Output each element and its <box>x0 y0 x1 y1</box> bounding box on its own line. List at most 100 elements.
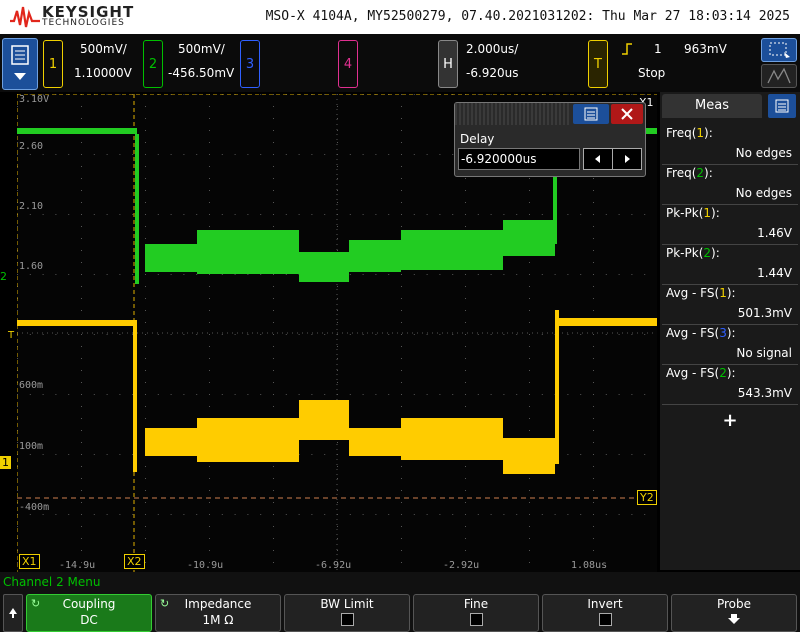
meas-separator <box>662 244 798 245</box>
waveform-display[interactable]: 3.10V 2.60 2.10 1.60 600m 100m -400m -14… <box>17 94 657 572</box>
brand-subtitle: TECHNOLOGIES <box>42 18 125 28</box>
channel-2-button[interactable]: 2 <box>143 40 163 88</box>
horizontal-button[interactable]: H <box>438 40 458 88</box>
cursor-y2-marker[interactable]: Y2 <box>637 490 657 505</box>
meas-1-label[interactable]: Freq(1): <box>666 126 713 140</box>
meas-name: Avg - FS <box>666 326 715 340</box>
meas-channel: 2 <box>703 246 712 260</box>
meas-channel: 3 <box>719 326 727 340</box>
draw-mode-button[interactable] <box>761 64 797 88</box>
softkey-value: 1M Ω <box>202 613 234 627</box>
cursor-x2-marker[interactable]: X2 <box>124 554 145 569</box>
delay-decrement-button[interactable] <box>583 148 613 170</box>
menu-title: Channel 2 Menu <box>3 575 101 589</box>
checkbox-icon <box>598 613 612 626</box>
main-menu-button[interactable] <box>2 38 38 90</box>
meas-5-value: 501.3mV <box>737 306 792 320</box>
checkbox-icon <box>469 613 483 626</box>
softkey-label: Impedance <box>184 597 252 611</box>
meas-1-value: No edges <box>735 146 792 160</box>
delay-popup[interactable]: Delay -6.920000us <box>454 102 646 177</box>
paren-close: ): <box>704 166 713 180</box>
meas-3-label[interactable]: Pk-Pk(1): <box>666 206 720 220</box>
softkey-menu-bar: Channel 2 Menu Coupling DC ↻ Impedance 1M Ω ↻… <box>0 572 800 632</box>
paren-close: ): <box>711 206 720 220</box>
ch1-trace-segment <box>197 418 299 462</box>
acquisition-status: Stop <box>638 66 666 80</box>
meas-6-label[interactable]: Avg - FS(3): <box>666 326 736 340</box>
channel-bar: 1 500mV/ 1.10000V 2 500mV/ -456.50mV 3 4… <box>0 34 800 92</box>
close-icon <box>621 108 633 120</box>
trigger-level: 963mV <box>684 42 727 56</box>
popup-close-button[interactable] <box>611 104 643 124</box>
ch1-trace-high <box>559 318 657 326</box>
ch2-label-minus-400m: -400m <box>19 502 50 513</box>
measurements-panel: Meas Freq(1): No edges Freq(2): No edges Pk-… <box>660 92 800 570</box>
ch2-trace-segment <box>503 220 555 256</box>
softkey-probe[interactable]: Probe <box>671 594 797 632</box>
checkbox-icon <box>340 613 354 626</box>
paren-close: ): <box>704 126 713 140</box>
delay-input[interactable]: -6.920000us <box>458 148 580 170</box>
softkey-label: Coupling <box>62 597 116 611</box>
ch1-label-2v60: 2.60 <box>19 141 44 152</box>
trigger-level-marker[interactable]: T <box>8 330 14 341</box>
meas-2-label[interactable]: Freq(2): <box>666 166 713 180</box>
ch2-trace-segment <box>145 244 197 272</box>
zoom-box-icon <box>769 42 790 58</box>
channel-4-button[interactable]: 4 <box>338 40 358 88</box>
meas-separator <box>662 364 798 365</box>
popup-title: Delay <box>460 132 495 146</box>
arrow-down-icon <box>728 614 740 624</box>
zoom-select-button[interactable] <box>761 38 797 62</box>
paren-close: ): <box>726 326 736 340</box>
ch2-trace-segment <box>197 230 299 274</box>
channel-2-scale: 500mV/ <box>178 42 225 56</box>
ch2-ground-marker[interactable]: 2 <box>0 270 7 283</box>
meas-4-value: 1.44V <box>757 266 792 280</box>
rotate-knob-icon: ↻ <box>160 597 170 610</box>
meas-name: Avg - FS <box>666 366 715 380</box>
channel-3-button[interactable]: 3 <box>240 40 260 88</box>
paren-close: ): <box>726 286 736 300</box>
meas-name: Freq <box>666 166 692 180</box>
menu-back-button[interactable] <box>3 594 23 632</box>
softkey-impedance[interactable]: Impedance 1M Ω ↻ <box>155 594 281 632</box>
ch2-label-100m: 100m <box>19 441 44 452</box>
softkey-bw-limit[interactable]: BW Limit <box>284 594 410 632</box>
softkey-coupling[interactable]: Coupling DC ↻ <box>26 594 152 632</box>
paren-close: ): <box>726 366 736 380</box>
rising-edge-icon <box>622 43 632 55</box>
arrow-up-icon <box>9 608 17 618</box>
meas-6-value: No signal <box>736 346 792 360</box>
add-measurement-button[interactable]: + <box>660 410 800 431</box>
trigger-button[interactable]: T <box>588 40 608 88</box>
cursor-x1-marker[interactable]: X1 <box>19 554 40 569</box>
meas-channel: 1 <box>696 126 705 140</box>
ch2-trace-segment <box>299 252 349 282</box>
ch1-label-2v10: 2.10 <box>19 201 44 212</box>
meas-5-label[interactable]: Avg - FS(1): <box>666 286 736 300</box>
meas-menu-button[interactable] <box>768 94 796 118</box>
ch1-ground-marker[interactable]: 1 <box>0 456 11 469</box>
popup-menu-button[interactable] <box>573 104 609 124</box>
list-icon <box>584 107 598 121</box>
meas-separator <box>662 204 798 205</box>
meas-name: Pk-Pk <box>666 246 699 260</box>
softkey-label: Fine <box>463 597 489 611</box>
top-bar: KEYSIGHT TECHNOLOGIES MSO-X 4104A, MY525… <box>0 0 800 34</box>
delay-increment-button[interactable] <box>612 148 642 170</box>
softkey-invert[interactable]: Invert <box>542 594 668 632</box>
meas-name: Freq <box>666 126 692 140</box>
meas-channel: 2 <box>696 166 705 180</box>
meas-tab[interactable]: Meas <box>662 94 762 118</box>
time-label-1: -14.9u <box>59 560 96 571</box>
time-label-3: -6.92u <box>315 560 352 571</box>
popup-drag-handle[interactable] <box>455 103 571 125</box>
waveform-draw-icon <box>767 67 791 84</box>
channel-1-button[interactable]: 1 <box>43 40 63 88</box>
list-icon <box>775 99 789 113</box>
softkey-fine[interactable]: Fine <box>413 594 539 632</box>
meas-7-label[interactable]: Avg - FS(2): <box>666 366 736 380</box>
meas-4-label[interactable]: Pk-Pk(2): <box>666 246 720 260</box>
